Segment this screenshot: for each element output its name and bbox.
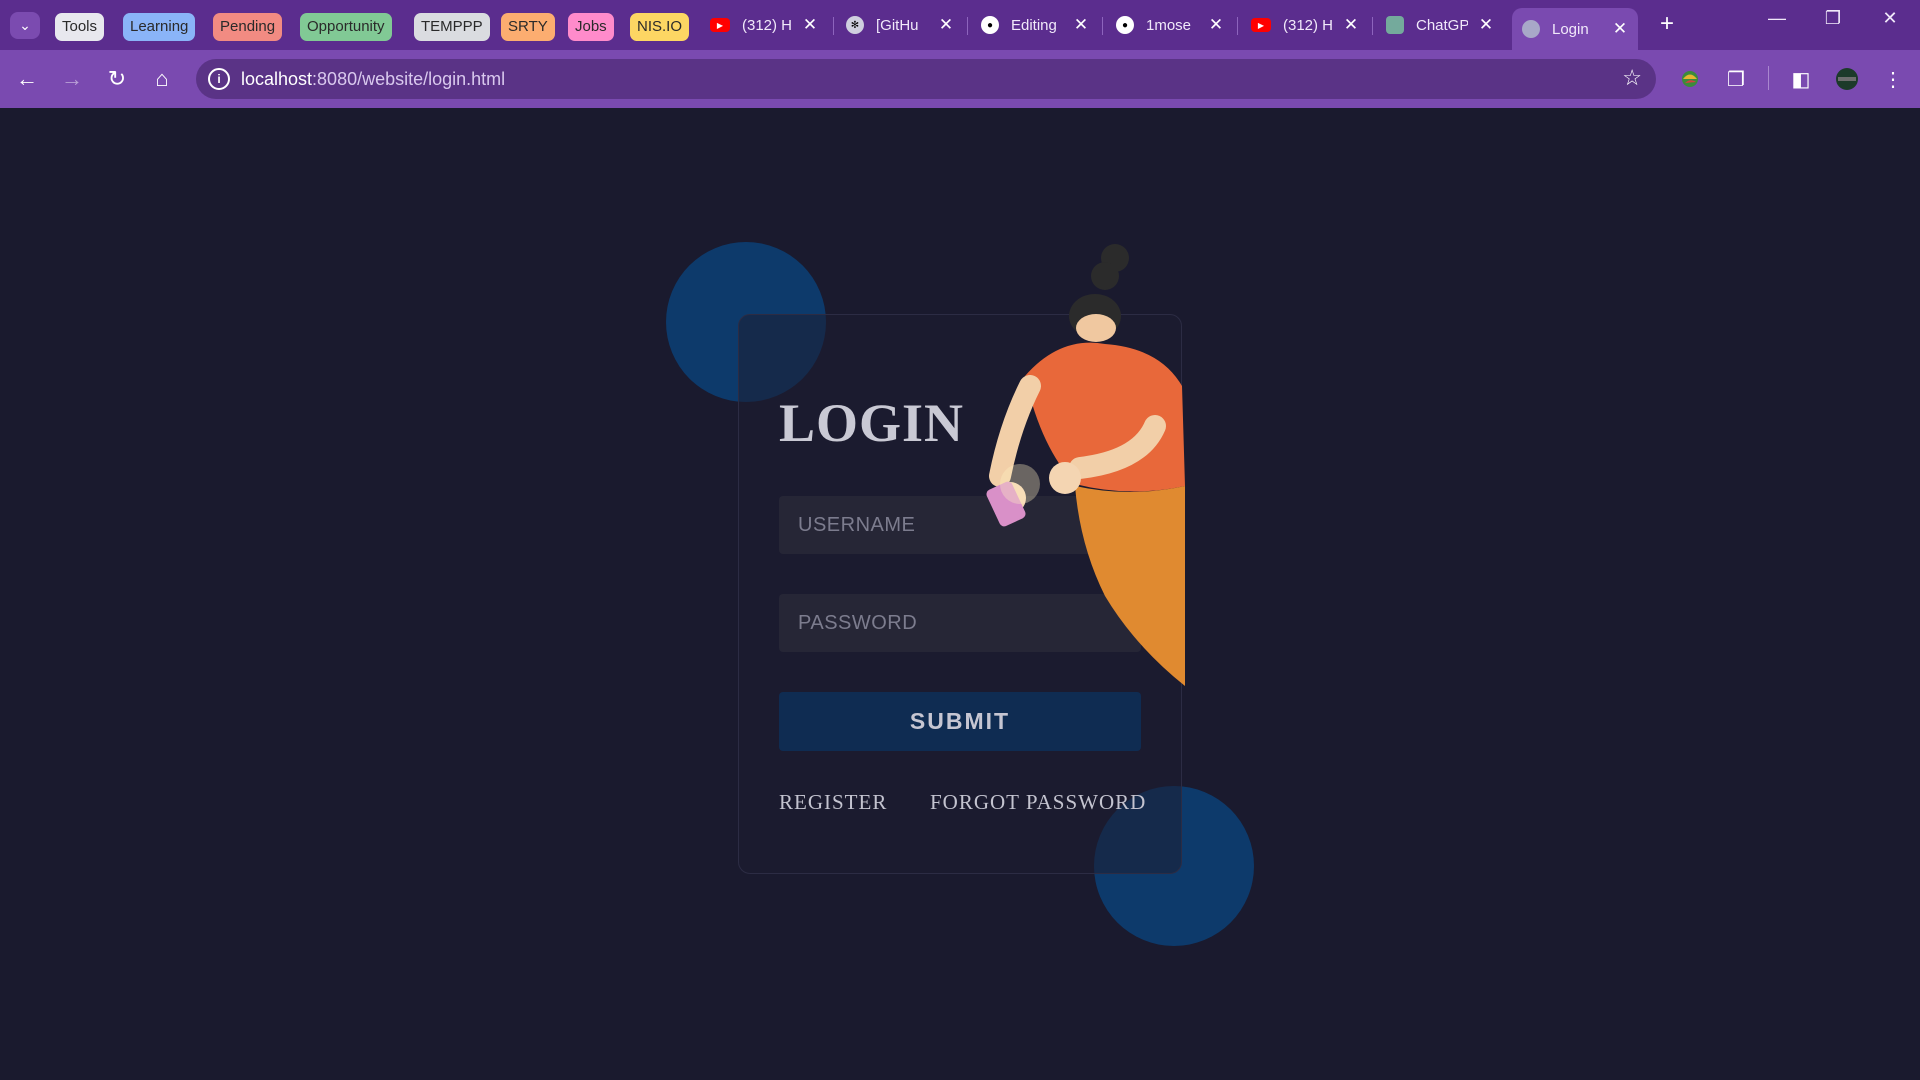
colorful-extension-icon (1682, 71, 1698, 87)
close-icon[interactable]: ✕ (1612, 19, 1628, 39)
tab-group-opportunity[interactable]: Opportunity (300, 13, 392, 41)
tab-title: 1mose (1146, 16, 1192, 34)
puzzle-icon: ❐ (1727, 68, 1745, 91)
tab-group-jobs[interactable]: Jobs (568, 13, 614, 41)
tab-title: Editing (1011, 16, 1057, 34)
bookmark-star-icon[interactable]: ☆ (1622, 65, 1642, 91)
tab-group-srty[interactable]: SRTY (501, 13, 555, 41)
tab-title: Login (1552, 20, 1589, 38)
address-bar-url[interactable]: localhost:8080/website/login.html (241, 69, 505, 90)
tab-title: (312) H (742, 16, 793, 34)
tab-separator (967, 17, 968, 35)
tab-group-nisio[interactable]: NIS.IO (630, 13, 690, 41)
chatgpt-icon (1386, 16, 1404, 34)
register-link[interactable]: REGISTER (779, 790, 887, 815)
tab-title: (312) H (1283, 16, 1334, 34)
browser-toolbar: ← → ↻ ⌂ i localhost:8080/website/login.h… (0, 50, 1920, 108)
new-tab-button[interactable]: + (1652, 10, 1682, 38)
side-panel-icon: ◧ (1791, 68, 1811, 91)
back-button[interactable]: ← (10, 62, 44, 96)
tab-chatgpt[interactable]: ChatGP ✕ (1386, 8, 1494, 42)
kebab-menu-icon: ⋮ (1883, 68, 1903, 91)
forgot-password-link[interactable]: FORGOT PASSWORD (930, 790, 1146, 815)
home-icon: ⌂ (155, 66, 169, 91)
menu-button[interactable]: ⋮ (1876, 62, 1910, 96)
arrow-right-icon: → (61, 66, 83, 91)
close-icon[interactable]: ✕ (1073, 15, 1089, 35)
tab-group-temppp[interactable]: TEMPPP (414, 13, 490, 41)
tab-github-1[interactable]: ✻ [GitHu ✕ (846, 8, 954, 42)
tab-youtube-1[interactable]: ▶ (312) H ✕ (710, 8, 818, 42)
openai-icon: ✻ (846, 16, 864, 34)
tab-search-button[interactable]: ⌄ (10, 12, 40, 39)
tab-strip: ⌄ Tools Learning Pending Opportunity TEM… (0, 0, 1920, 50)
youtube-icon: ▶ (710, 18, 730, 32)
home-button[interactable]: ⌂ (145, 62, 179, 96)
close-window-button[interactable]: ✕ (1870, 8, 1910, 29)
url-host: localhost (241, 69, 313, 89)
tab-separator (833, 17, 834, 35)
address-bar[interactable]: i localhost:8080/website/login.html ☆ (196, 59, 1656, 99)
github-icon: ● (1116, 16, 1134, 34)
tab-title: ChatGP (1416, 16, 1468, 34)
tab-group-tools[interactable]: Tools (55, 13, 105, 41)
chevron-down-icon: ⌄ (19, 17, 31, 33)
tab-github-editing[interactable]: ● Editing ✕ (981, 8, 1089, 42)
tab-title: [GitHu (876, 16, 919, 34)
tab-separator (1372, 17, 1373, 35)
restore-button[interactable]: ❐ (1813, 8, 1853, 29)
close-icon[interactable]: ✕ (802, 15, 818, 35)
tab-separator (1237, 17, 1238, 35)
youtube-icon: ▶ (1251, 18, 1271, 32)
tab-group-learning[interactable]: Learning (123, 13, 196, 41)
close-icon[interactable]: ✕ (1478, 15, 1494, 35)
site-info-icon[interactable]: i (208, 68, 230, 90)
profile-avatar[interactable] (1830, 62, 1864, 96)
tab-github-1mose[interactable]: ● 1mose ✕ (1116, 8, 1224, 42)
side-panel-button[interactable]: ◧ (1784, 62, 1818, 96)
github-icon: ● (981, 16, 999, 34)
url-path: :8080/website/login.html (312, 69, 506, 89)
submit-button[interactable]: SUBMIT (779, 692, 1141, 751)
forward-button[interactable]: → (55, 62, 89, 96)
tab-group-pending[interactable]: Pending (213, 13, 283, 41)
tab-login-active[interactable]: Login ✕ (1512, 8, 1638, 50)
close-icon[interactable]: ✕ (1208, 15, 1224, 35)
close-icon[interactable]: ✕ (938, 15, 954, 35)
person-with-phone-illustration (986, 244, 1185, 686)
reload-button[interactable]: ↻ (100, 62, 134, 96)
close-icon[interactable]: ✕ (1343, 15, 1359, 35)
avatar-icon (1836, 68, 1858, 90)
toolbar-separator (1768, 66, 1769, 90)
extensions-puzzle-button[interactable]: ❐ (1719, 62, 1753, 96)
extension-icon[interactable] (1673, 62, 1707, 96)
globe-icon (1522, 20, 1540, 38)
minimize-button[interactable]: — (1757, 8, 1797, 29)
arrow-left-icon: ← (16, 66, 38, 91)
reload-icon: ↻ (107, 66, 127, 91)
tab-separator (1102, 17, 1103, 35)
tab-youtube-2[interactable]: ▶ (312) H ✕ (1251, 8, 1359, 42)
